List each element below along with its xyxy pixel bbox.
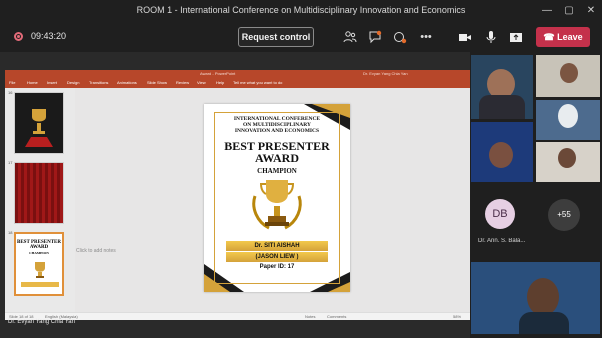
thumb-number: 18 [8,230,13,235]
participant-video-4[interactable] [471,122,533,182]
participant-video-3[interactable] [536,100,600,140]
tell-me-search[interactable]: Tell me what you want to do [233,80,282,85]
participant-avatar[interactable]: DB [485,199,515,229]
tab-review[interactable]: Review [176,80,189,85]
tab-file[interactable]: File [9,80,15,85]
camera-icon[interactable] [458,30,472,44]
thumb-number: 17 [8,160,13,165]
meeting-timer: 09:43:20 [31,31,67,41]
participant-video-6[interactable] [471,262,600,334]
participant-video-5[interactable] [536,142,600,182]
leave-button[interactable]: ☎ Leave [536,27,590,47]
reactions-icon[interactable] [393,30,407,44]
tab-view[interactable]: View [197,80,206,85]
zoom-level[interactable]: 58% [453,314,461,319]
minimize-icon[interactable]: — [540,4,554,18]
maximize-icon[interactable]: ▢ [562,4,576,18]
slide-thumbnail-17[interactable] [14,162,64,224]
tab-help[interactable]: Help [216,80,224,85]
thumb-award-line2: AWARD [29,245,49,250]
microphone-icon[interactable] [484,30,498,44]
presenter-name: Dr. Evyan Yang Chia Yan [8,319,75,325]
meeting-toolbar: 09:43:20 Request control ••• ☎ Leave [0,22,602,52]
more-options-icon[interactable]: ••• [419,30,433,44]
participant-video-2[interactable] [536,55,600,97]
chat-icon[interactable] [368,30,382,44]
phone-hangup-icon: ☎ [543,32,558,42]
slide-award-line2: AWARD [254,151,299,165]
tab-home[interactable]: Home [27,80,38,85]
window-title: ROOM 1 - International Conference on Mul… [136,5,466,15]
slide-winner-alias: (JASON LIEW ) [226,252,328,262]
slide-thumbnails-pane: 16 17 18 BEST PRESENTER AWARD CHAMPION [5,88,75,312]
slide-thumbnail-16[interactable] [14,92,64,154]
powerpoint-title: Award - PowerPoint [200,71,236,76]
powerpoint-user: Dr. Evyan Yang Chia Yan [363,71,408,76]
more-participants-button[interactable]: +55 [548,199,580,231]
participant-name: Dr. Ann. S. Bala... [478,238,526,244]
slide-paper-id: Paper ID: 17 [259,264,295,270]
recording-icon [14,32,23,41]
leave-label: Leave [557,32,583,42]
slide-thumbnail-18[interactable]: BEST PRESENTER AWARD CHAMPION [14,232,64,296]
thumb-number: 16 [8,90,13,95]
participant-video-1[interactable] [471,55,533,119]
powerpoint-titlebar: Award - PowerPoint Dr. Evyan Yang Chia Y… [5,70,470,79]
trophy-icon [252,180,302,230]
tab-animations[interactable]: Animations [117,80,137,85]
tab-insert[interactable]: Insert [47,80,57,85]
tab-transitions[interactable]: Transitions [89,80,108,85]
thumb-award-line3: CHAMPION [29,251,49,255]
add-notes-placeholder[interactable]: Click to add notes [76,248,116,254]
current-slide[interactable]: INTERNATIONAL CONFERENCE ON MULTIDISCIPL… [204,104,350,292]
people-icon[interactable] [343,30,357,44]
powerpoint-ribbon: File Home Insert Design Transitions Anim… [5,79,470,88]
title-bar: ROOM 1 - International Conference on Mul… [0,0,602,22]
share-screen-icon[interactable] [509,30,523,44]
slide-winner-name: Dr. SITI AISHAH [226,241,328,251]
notes-button[interactable]: Notes [305,314,315,319]
request-control-button[interactable]: Request control [238,27,314,47]
close-icon[interactable]: ✕ [584,4,598,18]
slide-conference-line3: INNOVATION AND ECONOMICS [234,128,320,134]
tab-slideshow[interactable]: Slide Show [147,80,167,85]
tab-design[interactable]: Design [67,80,79,85]
comments-button[interactable]: Comments [327,314,346,319]
